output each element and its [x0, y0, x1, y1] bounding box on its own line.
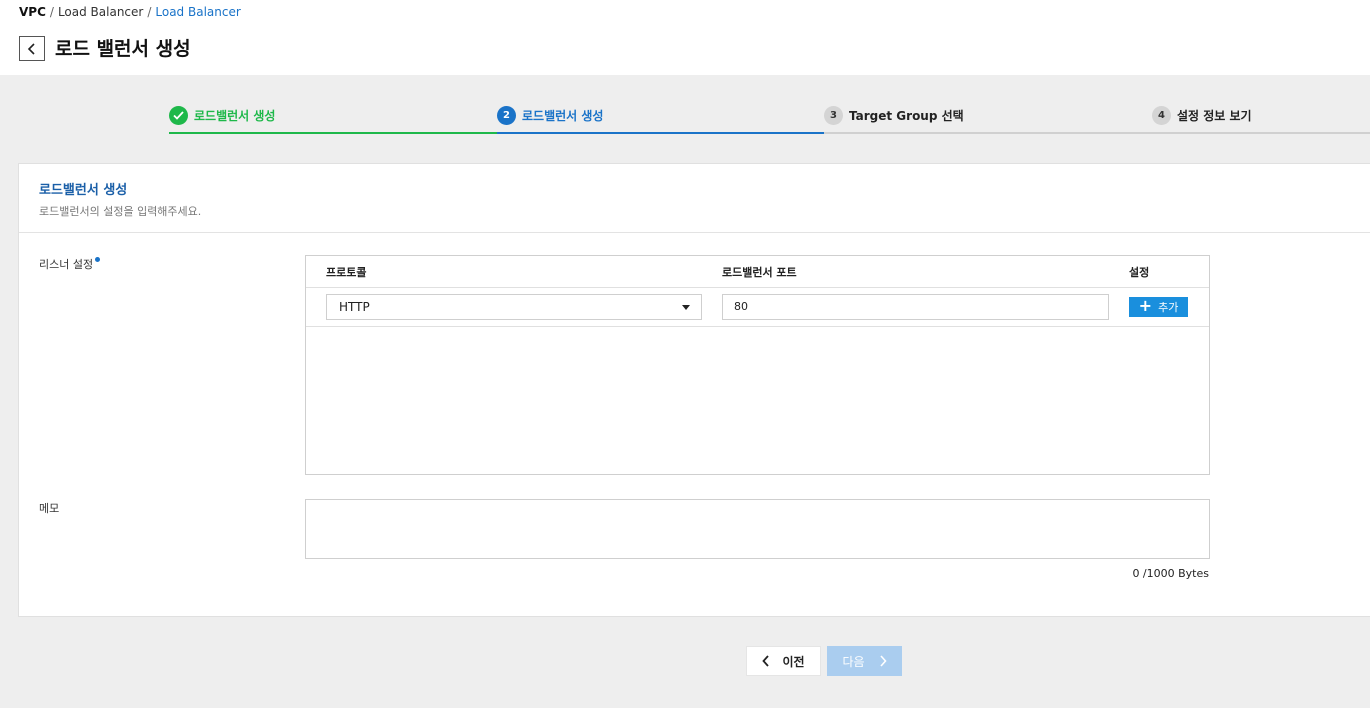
breadcrumb-item-load-balancer[interactable]: Load Balancer	[58, 5, 143, 19]
step-4: 4 설정 정보 보기	[1152, 104, 1370, 134]
plus-icon: +	[1138, 296, 1153, 315]
section-description: 로드밸런서의 설정을 입력해주세요.	[39, 205, 202, 218]
port-input[interactable]: 80	[722, 294, 1109, 320]
memo-textarea[interactable]	[305, 499, 1210, 559]
listener-label: 리스너 설정	[39, 256, 101, 272]
step-3-number: 3	[824, 106, 843, 125]
next-button[interactable]: 다음	[827, 646, 902, 676]
header-protocol: 프로토콜	[326, 266, 367, 279]
step-3-bar	[824, 132, 1152, 134]
header-port: 로드밸런서 포트	[722, 266, 797, 279]
listener-table: 프로토콜 로드밸런서 포트 설정 HTTP 80 + 추가	[305, 255, 1210, 475]
add-listener-button[interactable]: + 추가	[1129, 297, 1188, 317]
step-3: 3 Target Group 선택	[824, 104, 1152, 134]
breadcrumb-separator: /	[49, 5, 54, 19]
listener-label-text: 리스너 설정	[39, 258, 94, 271]
step-1-bar	[169, 132, 497, 134]
caret-down-icon	[682, 305, 690, 310]
protocol-select[interactable]: HTTP	[326, 294, 702, 320]
breadcrumb-item-current[interactable]: Load Balancer	[155, 5, 240, 19]
step-4-label: 설정 정보 보기	[1177, 109, 1252, 123]
step-2: 2 로드밸런서 생성	[497, 104, 824, 134]
step-1-label: 로드밸런서 생성	[194, 109, 276, 123]
page-header: VPC / Load Balancer / Load Balancer 로드 밸런서 생…	[0, 0, 1370, 75]
step-2-bar	[497, 132, 824, 134]
chevron-left-icon	[27, 42, 35, 55]
divider	[19, 232, 1370, 233]
required-indicator	[95, 257, 101, 262]
previous-button-label: 이전	[782, 654, 805, 669]
step-4-number: 4	[1152, 106, 1171, 125]
memo-label: 메모	[39, 502, 60, 515]
page-title: 로드 밸런서 생성	[55, 38, 191, 60]
breadcrumb: VPC / Load Balancer / Load Balancer	[19, 5, 241, 19]
next-button-label: 다음	[842, 654, 865, 669]
step-3-label: Target Group 선택	[849, 109, 964, 123]
protocol-select-value: HTTP	[339, 300, 370, 314]
step-2-label: 로드밸런서 생성	[522, 109, 604, 123]
check-icon	[173, 111, 184, 120]
back-button[interactable]	[19, 36, 45, 61]
breadcrumb-separator: /	[147, 5, 152, 19]
listener-table-header: 프로토콜 로드밸런서 포트 설정	[306, 256, 1209, 288]
breadcrumb-item-vpc[interactable]: VPC	[19, 5, 46, 19]
form-card: 로드밸런서 생성 로드밸런서의 설정을 입력해주세요. 리스너 설정 프로토콜 …	[18, 163, 1370, 617]
chevron-left-icon	[762, 655, 770, 667]
chevron-right-icon	[879, 655, 887, 667]
step-4-bar	[1152, 132, 1370, 134]
previous-button[interactable]: 이전	[746, 646, 821, 676]
add-button-label: 추가	[1158, 301, 1179, 314]
listener-input-row: HTTP 80 + 추가	[306, 288, 1209, 327]
header-settings: 설정	[1129, 266, 1150, 279]
step-1-check-circle	[169, 106, 188, 125]
section-title: 로드밸런서 생성	[39, 183, 128, 198]
step-2-number: 2	[497, 106, 516, 125]
step-1: 로드밸런서 생성	[169, 104, 497, 134]
memo-byte-count: 0 /1000 Bytes	[1132, 567, 1209, 580]
